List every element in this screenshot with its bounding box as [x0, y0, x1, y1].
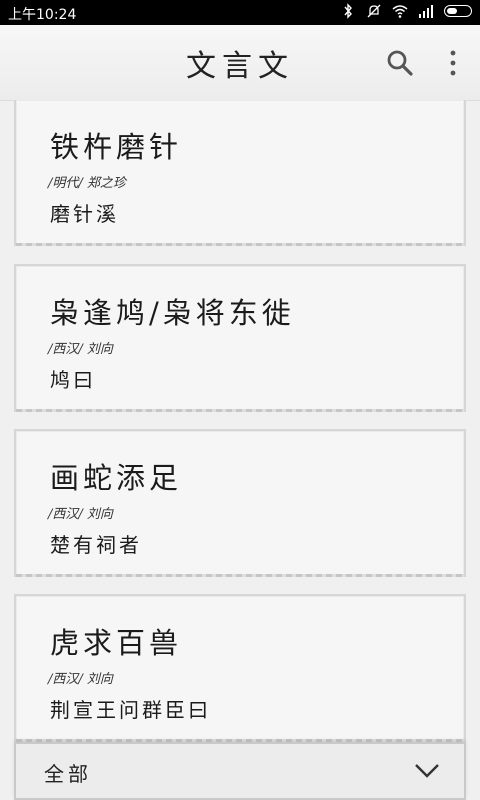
- status-time: 上午10:24: [8, 7, 77, 23]
- item-excerpt: 鸠曰: [50, 368, 96, 392]
- list-item[interactable]: 枭逢鸠/枭将东徙 /西汉/ 刘向 鸠曰: [14, 264, 466, 412]
- filter-selected-label: 全部: [44, 762, 92, 786]
- app-bar: 文言文: [0, 25, 480, 101]
- signal-icon: [419, 5, 433, 18]
- item-title: 画蛇添足: [50, 461, 183, 495]
- item-excerpt: 楚有祠者: [50, 533, 142, 557]
- status-bar: 上午10:24: [0, 0, 480, 25]
- wifi-icon: [392, 5, 408, 18]
- more-vert-icon[interactable]: [446, 49, 460, 79]
- item-title: 枭逢鸠/枭将东徙: [50, 296, 295, 330]
- item-author: /西汉/ 刘向: [48, 507, 113, 522]
- item-author: /西汉/ 刘向: [48, 672, 113, 687]
- item-excerpt: 磨针溪: [50, 202, 119, 226]
- battery-icon: [444, 5, 472, 17]
- list-item[interactable]: 画蛇添足 /西汉/ 刘向 楚有祠者: [14, 429, 466, 577]
- list-item[interactable]: 铁杵磨针 /明代/ 郑之珍 磨针溪: [14, 100, 466, 246]
- item-title: 铁杵磨针: [50, 130, 183, 164]
- bluetooth-icon: [344, 3, 352, 19]
- list-item[interactable]: 虎求百兽 /西汉/ 刘向 荆宣王问群臣曰: [14, 594, 466, 742]
- search-icon[interactable]: [386, 49, 414, 77]
- chevron-down-icon[interactable]: [414, 760, 440, 780]
- mute-icon: [367, 4, 381, 18]
- item-excerpt: 荆宣王问群臣曰: [50, 698, 211, 722]
- status-icons: [340, 3, 472, 19]
- category-filter-dropdown[interactable]: 全部: [14, 742, 466, 800]
- item-title: 虎求百兽: [50, 626, 183, 660]
- item-author: /西汉/ 刘向: [48, 342, 113, 357]
- item-author: /明代/ 郑之珍: [48, 176, 126, 191]
- article-list: 铁杵磨针 /明代/ 郑之珍 磨针溪 枭逢鸠/枭将东徙 /西汉/ 刘向 鸠曰 画蛇…: [0, 100, 480, 800]
